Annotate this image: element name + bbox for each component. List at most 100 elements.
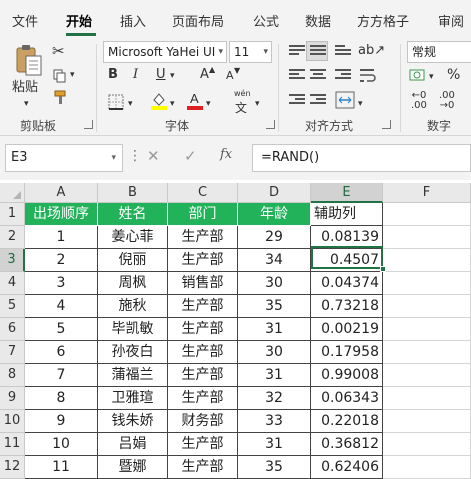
table-cell[interactable]: 11	[25, 456, 98, 479]
table-cell[interactable]: 35	[238, 295, 311, 318]
font-color-dropdown-icon[interactable]: ▾	[206, 94, 211, 114]
tab-page-layout[interactable]: 页面布局	[172, 11, 224, 30]
row-header-7[interactable]: 7	[0, 341, 25, 364]
table-cell[interactable]: 6	[25, 341, 98, 364]
table-cell[interactable]: 生产部	[168, 249, 238, 272]
select-all-button[interactable]	[0, 183, 25, 203]
cell-f3[interactable]	[383, 249, 471, 272]
row-header-6[interactable]: 6	[0, 318, 25, 341]
table-cell[interactable]: 生产部	[168, 364, 238, 387]
wrap-text-icon[interactable]	[359, 67, 377, 83]
table-cell[interactable]: 5	[25, 318, 98, 341]
table-cell[interactable]: 0.4507	[311, 249, 383, 272]
row-header-5[interactable]: 5	[0, 295, 25, 318]
decrease-decimal-icon[interactable]: .00 →0	[439, 91, 455, 111]
clipboard-launcher-icon[interactable]	[84, 120, 93, 129]
header-cell-d[interactable]: 年龄	[238, 203, 311, 226]
cancel-icon[interactable]: ✕	[147, 147, 160, 165]
font-size-combo[interactable]: 11 ▾	[229, 41, 272, 63]
underline-button[interactable]: U	[156, 65, 166, 85]
cell-f4[interactable]	[383, 272, 471, 295]
name-box[interactable]: E3 ▾	[5, 144, 123, 172]
fill-color-dropdown-icon[interactable]: ▾	[170, 94, 175, 114]
table-cell[interactable]: 10	[25, 433, 98, 456]
table-cell[interactable]: 9	[25, 410, 98, 433]
cell-f2[interactable]	[383, 226, 471, 249]
column-header-e[interactable]: E	[311, 183, 383, 203]
header-cell-b[interactable]: 姓名	[98, 203, 168, 226]
border-dropdown-icon[interactable]: ▾	[128, 94, 133, 114]
header-cell-c[interactable]: 部门	[168, 203, 238, 226]
column-header-a[interactable]: A	[25, 183, 98, 203]
tab-insert[interactable]: 插入	[120, 11, 146, 30]
fill-handle[interactable]	[380, 266, 386, 272]
cell-f5[interactable]	[383, 295, 471, 318]
bold-button[interactable]: B	[108, 65, 118, 85]
table-cell[interactable]: 0.17958	[311, 341, 383, 364]
cell-f7[interactable]	[383, 341, 471, 364]
table-cell[interactable]: 4	[25, 295, 98, 318]
format-painter-icon[interactable]	[53, 90, 69, 106]
pinyin-guide-icon[interactable]: 文	[235, 98, 247, 118]
table-cell[interactable]: 生产部	[168, 318, 238, 341]
table-cell[interactable]: 32	[238, 387, 311, 410]
table-cell[interactable]: 0.73218	[311, 295, 383, 318]
copy-dropdown-icon[interactable]: ▾	[70, 65, 75, 85]
table-cell[interactable]: 1	[25, 226, 98, 249]
number-format-combo[interactable]: 常规	[407, 41, 471, 63]
table-cell[interactable]: 31	[238, 364, 311, 387]
table-cell[interactable]: 施秋	[98, 295, 168, 318]
table-cell[interactable]: 倪丽	[98, 249, 168, 272]
table-cell[interactable]: 31	[238, 318, 311, 341]
table-cell[interactable]: 生产部	[168, 295, 238, 318]
insert-function-button[interactable]: fx	[220, 147, 232, 162]
table-cell[interactable]: 29	[238, 226, 311, 249]
table-cell[interactable]: 2	[25, 249, 98, 272]
align-left-icon[interactable]	[289, 69, 305, 83]
row-header-12[interactable]: 12	[0, 456, 25, 479]
column-header-c[interactable]: C	[168, 183, 238, 203]
tab-review[interactable]: 审阅	[438, 11, 464, 30]
table-cell[interactable]: 蒲福兰	[98, 364, 168, 387]
table-cell[interactable]: 0.00219	[311, 318, 383, 341]
table-cell[interactable]: 卫雅瑄	[98, 387, 168, 410]
row-header-1[interactable]: 1	[0, 203, 25, 226]
table-cell[interactable]: 3	[25, 272, 98, 295]
fill-color-icon[interactable]	[150, 90, 168, 110]
table-cell[interactable]: 钱朱娇	[98, 410, 168, 433]
column-header-b[interactable]: B	[98, 183, 168, 203]
table-cell[interactable]: 毕凯敏	[98, 318, 168, 341]
merge-center-icon[interactable]	[335, 91, 355, 109]
row-header-4[interactable]: 4	[0, 272, 25, 295]
tab-fangfang[interactable]: 方方格子	[357, 11, 409, 30]
cell-f8[interactable]	[383, 364, 471, 387]
alignment-launcher-icon[interactable]	[382, 120, 391, 129]
table-cell[interactable]: 吕娟	[98, 433, 168, 456]
cell-f12[interactable]	[383, 456, 471, 479]
cut-icon[interactable]: ✂	[52, 41, 65, 61]
table-cell[interactable]: 30	[238, 272, 311, 295]
enter-icon[interactable]: ✓	[184, 147, 197, 165]
table-cell[interactable]: 生产部	[168, 433, 238, 456]
table-cell[interactable]: 0.04374	[311, 272, 383, 295]
table-cell[interactable]: 30	[238, 341, 311, 364]
table-cell[interactable]: 0.08139	[311, 226, 383, 249]
align-bottom-icon[interactable]	[335, 45, 351, 59]
table-cell[interactable]: 销售部	[168, 272, 238, 295]
table-cell[interactable]: 7	[25, 364, 98, 387]
row-header-10[interactable]: 10	[0, 410, 25, 433]
merge-dropdown-icon[interactable]: ▾	[358, 94, 363, 114]
cell-f6[interactable]	[383, 318, 471, 341]
header-cell-e[interactable]: 辅助列	[311, 203, 383, 226]
table-cell[interactable]: 34	[238, 249, 311, 272]
row-header-9[interactable]: 9	[0, 387, 25, 410]
table-cell[interactable]: 0.06343	[311, 387, 383, 410]
align-top-icon[interactable]	[289, 45, 305, 59]
table-cell[interactable]: 0.62406	[311, 456, 383, 479]
table-cell[interactable]: 生产部	[168, 387, 238, 410]
row-header-3[interactable]: 3	[0, 249, 25, 272]
italic-button[interactable]: I	[133, 65, 138, 85]
table-cell[interactable]: 生产部	[168, 341, 238, 364]
table-cell[interactable]: 姜心菲	[98, 226, 168, 249]
cell-f9[interactable]	[383, 387, 471, 410]
